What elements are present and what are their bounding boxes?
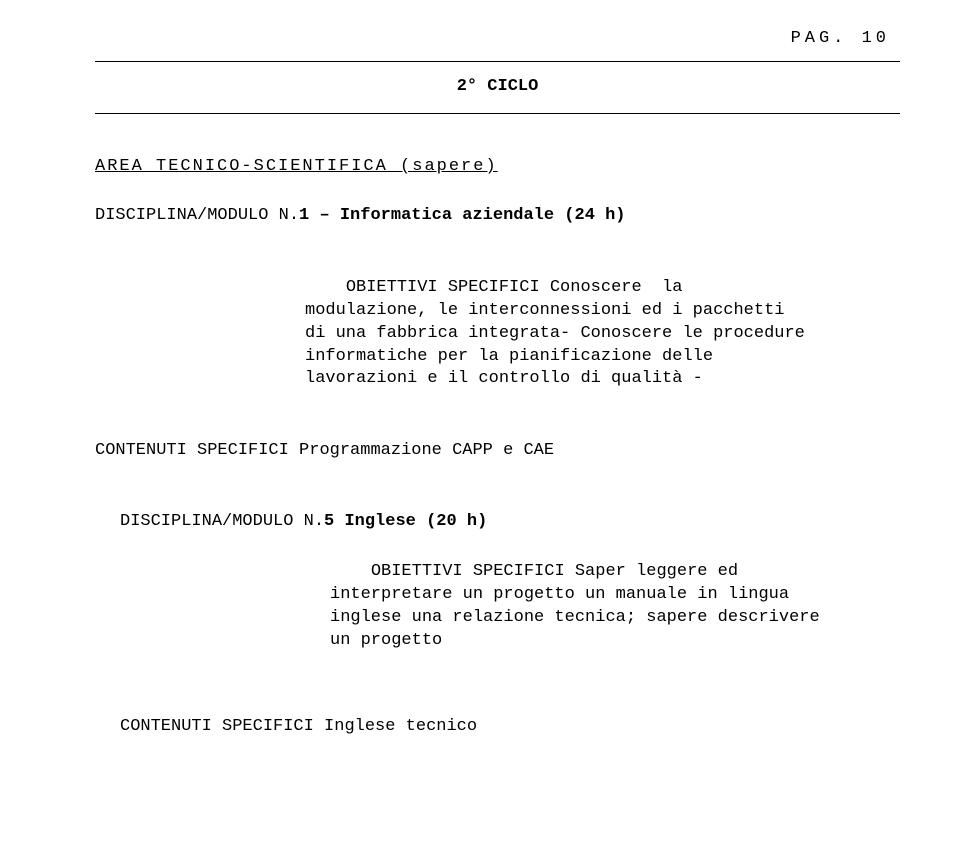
cycle-heading: 2° CICLO [95, 62, 900, 113]
page-number: PAG. 10 [95, 28, 900, 51]
module-5-content: CONTENUTI SPECIFICI Inglese tecnico [95, 716, 900, 739]
module-5-title: 5 Inglese (20 h) [324, 512, 487, 531]
module-1-title: 1 – Informatica aziendale (24 h) [299, 206, 625, 225]
module-1-content-label: CONTENUTI SPECIFICI [95, 441, 289, 460]
module-5-content-text: Inglese tecnico [324, 717, 477, 736]
module-1-obj-label: OBIETTIVI SPECIFICI [346, 278, 540, 297]
area-title: AREA TECNICO-SCIENTIFICA (sapere) [95, 156, 900, 179]
module-5-heading: DISCIPLINA/MODULO N.5 Inglese (20 h) [95, 511, 900, 534]
module-1-content: CONTENUTI SPECIFICI Programmazione CAPP … [95, 440, 900, 463]
module-5-prefix: DISCIPLINA/MODULO N. [120, 512, 324, 531]
module-1-objectives: OBIETTIVI SPECIFICI Conoscere la modulaz… [95, 254, 815, 415]
module-5-obj-label: OBIETTIVI SPECIFICI [371, 562, 565, 581]
module-1-heading: DISCIPLINA/MODULO N.1 – Informatica azie… [95, 205, 900, 228]
module-5-objectives: OBIETTIVI SPECIFICI Saper leggere ed int… [95, 538, 840, 676]
divider-top-2 [95, 113, 900, 114]
module-1-prefix: DISCIPLINA/MODULO N. [95, 206, 299, 225]
module-5-content-label: CONTENUTI SPECIFICI [120, 717, 314, 736]
module-1-content-text: Programmazione CAPP e CAE [299, 441, 554, 460]
